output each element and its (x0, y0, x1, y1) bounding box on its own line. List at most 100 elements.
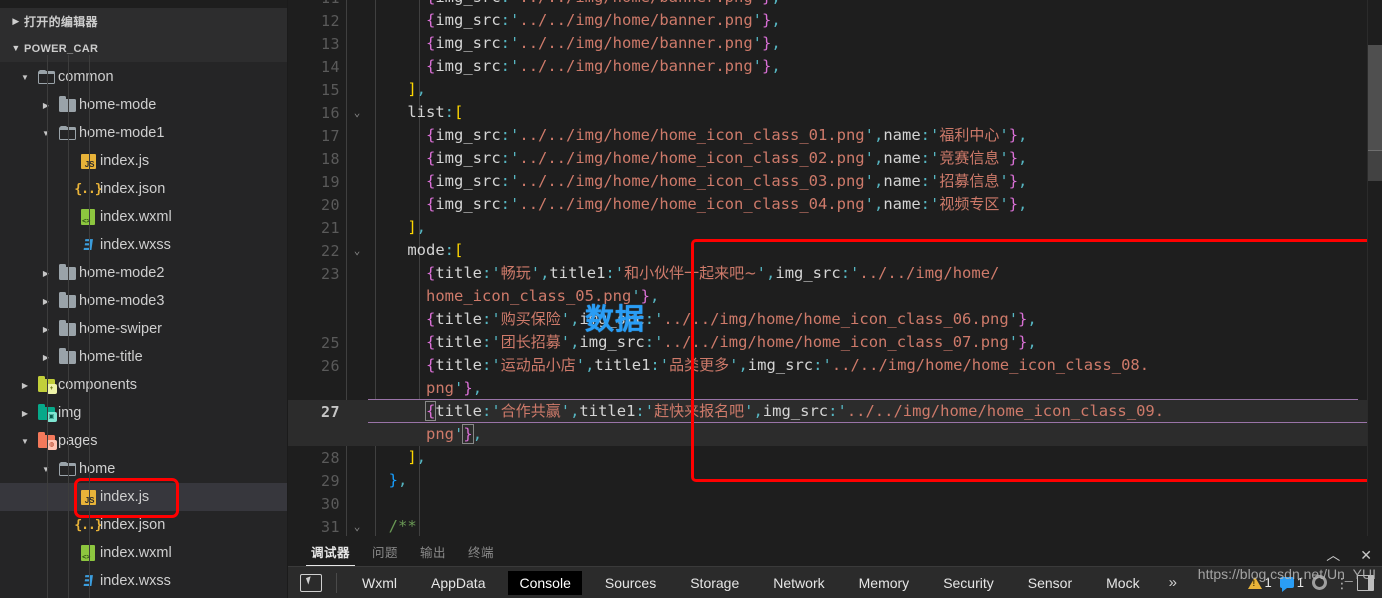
tree-file-index.js[interactable]: ▶JSindex.js (0, 147, 287, 175)
tree-file-index.wxss[interactable]: ▶Ǝindex.wxss (0, 231, 287, 259)
chevron-right-icon[interactable]: ▶ (37, 101, 55, 110)
code-editor[interactable]: 11 {img_src:'../../img/home/banner.png'}… (288, 0, 1382, 536)
tree-folder-pages[interactable]: ▼ ◍ pages (0, 427, 287, 455)
panel-tab-3[interactable]: 终端 (457, 542, 505, 566)
code-line[interactable]: 14 {img_src:'../../img/home/banner.png'}… (288, 55, 1382, 78)
devtools-tab-network[interactable]: Network (762, 571, 835, 595)
tree-file-index.wxml[interactable]: ▶index.wxml (0, 539, 287, 567)
tree-folder-home[interactable]: ▼ home (0, 455, 287, 483)
tree-folder-home-mode2[interactable]: ▶ home-mode2 (0, 259, 287, 287)
chevron-down-icon[interactable]: ▼ (16, 73, 34, 82)
chevron-right-icon[interactable]: ▶ (16, 381, 34, 390)
sidebar-open-editors-section[interactable]: ▶ 打开的编辑器 (0, 8, 287, 35)
code-line[interactable]: 28 ], (288, 446, 1382, 469)
code-line[interactable]: 25 {title:'团长招募',img_src:'../../img/home… (288, 331, 1382, 354)
code-line[interactable]: png'}, (288, 423, 1382, 446)
chevron-right-icon[interactable]: ▶ (16, 409, 34, 418)
gear-icon[interactable] (1312, 575, 1327, 590)
chevron-down-icon: ▼ (11, 43, 21, 53)
panel-tab-1[interactable]: 问题 (361, 542, 409, 566)
code-text: {img_src:'../../img/home/home_icon_class… (426, 149, 1028, 167)
folder-grey-icon (55, 95, 79, 112)
devtools-tab-mock[interactable]: Mock (1095, 571, 1150, 595)
chevron-up-icon[interactable]: ︿ (1326, 548, 1340, 562)
indent (0, 315, 37, 343)
code-line[interactable]: 13 {img_src:'../../img/home/banner.png'}… (288, 32, 1382, 55)
chevron-right-icon[interactable]: ▶ (37, 353, 55, 362)
warning-status[interactable]: 1 (1247, 575, 1272, 590)
devtools-tab-appdata[interactable]: AppData (420, 571, 496, 595)
chevron-down-icon[interactable]: ▼ (37, 129, 55, 138)
code-line[interactable]: 30 (288, 492, 1382, 515)
more-tabs-button[interactable]: » (1163, 574, 1183, 591)
editor-scrollbar[interactable] (1368, 0, 1382, 536)
chevron-right-icon[interactable]: ▶ (37, 325, 55, 334)
code-line[interactable]: 23 {title:'畅玩',title1:'和小伙伴一起来吧~',img_sr… (288, 262, 1382, 285)
panel-tab-0[interactable]: 调试器 (300, 542, 361, 566)
kebab-menu-icon[interactable]: ⋮ (1335, 576, 1349, 590)
devtools-tab-memory[interactable]: Memory (848, 571, 921, 595)
tree-folder-common[interactable]: ▼ common (0, 63, 287, 91)
tree-folder-home-mode[interactable]: ▶ home-mode (0, 91, 287, 119)
tree-file-index.json[interactable]: ▶{..}index.json (0, 175, 287, 203)
devtools-tab-console[interactable]: Console (508, 570, 582, 595)
scrollbar-thumb-secondary[interactable] (1368, 151, 1382, 181)
tree-file-index.js[interactable]: ▶JSindex.js (0, 483, 287, 511)
code-line[interactable]: 27 {title:'合作共赢',title1:'赶快来报名吧',img_src… (288, 400, 1382, 423)
code-line[interactable]: 16 ⌄ list:[ (288, 101, 1382, 124)
devtools-tab-security[interactable]: Security (932, 571, 1005, 595)
tree-folder-img[interactable]: ▶ ▣ img (0, 399, 287, 427)
chevron-right-icon[interactable]: ▶ (37, 269, 55, 278)
devtools-tab-storage[interactable]: Storage (679, 571, 750, 595)
scrollbar-thumb[interactable] (1368, 45, 1382, 150)
fold-chevron-icon[interactable]: ⌄ (346, 520, 368, 533)
code-text: {title:'团长招募',img_src:'../../img/home/ho… (426, 333, 1037, 351)
folder-grey-icon (55, 347, 79, 364)
code-line[interactable]: home_icon_class_05.png'}, (288, 285, 1382, 308)
code-line[interactable]: 19 {img_src:'../../img/home/home_icon_cl… (288, 170, 1382, 193)
dock-layout-icon[interactable] (1357, 574, 1374, 591)
code-line[interactable]: png'}, (288, 377, 1382, 400)
code-line[interactable]: 31 ⌄ /** (288, 515, 1382, 536)
line-number: 18 (320, 149, 340, 168)
chevron-down-icon[interactable]: ▼ (37, 465, 55, 474)
fold-chevron-icon[interactable]: ⌄ (346, 106, 368, 119)
code-line[interactable]: 17 {img_src:'../../img/home/home_icon_cl… (288, 124, 1382, 147)
folder-open-grey-icon (34, 69, 58, 84)
code-line[interactable]: 12 {img_src:'../../img/home/banner.png'}… (288, 9, 1382, 32)
js-file-icon: JS (76, 153, 100, 169)
panel-tab-2[interactable]: 输出 (409, 542, 457, 566)
tree-item-label: index.wxss (100, 236, 171, 253)
chevron-right-icon[interactable]: ▶ (37, 297, 55, 306)
devtools-tab-sensor[interactable]: Sensor (1017, 571, 1083, 595)
close-icon[interactable]: ✕ (1360, 548, 1372, 562)
devtools-tab-wxml[interactable]: Wxml (351, 571, 408, 595)
tree-file-index.json[interactable]: ▶{..}index.json (0, 511, 287, 539)
code-line[interactable]: 29 }, (288, 469, 1382, 492)
tree-item-label: img (58, 404, 82, 421)
tree-folder-home-mode3[interactable]: ▶ home-mode3 (0, 287, 287, 315)
tree-folder-home-mode1[interactable]: ▼ home-mode1 (0, 119, 287, 147)
code-line[interactable]: {title:'购买保险',img_src:'../../img/home/ho… (288, 308, 1382, 331)
message-status[interactable]: 1 (1279, 575, 1304, 592)
fold-chevron-icon[interactable]: ⌄ (346, 244, 368, 257)
tree-folder-home-swiper[interactable]: ▶ home-swiper (0, 315, 287, 343)
indent (0, 539, 58, 567)
tree-folder-home-title[interactable]: ▶ home-title (0, 343, 287, 371)
warning-icon (1247, 576, 1262, 589)
code-line[interactable]: 26 {title:'运动品小店',title1:'品类更多',img_src:… (288, 354, 1382, 377)
code-line[interactable]: 22 ⌄ mode:[ (288, 239, 1382, 262)
code-line[interactable]: 20 {img_src:'../../img/home/home_icon_cl… (288, 193, 1382, 216)
code-line[interactable]: 18 {img_src:'../../img/home/home_icon_cl… (288, 147, 1382, 170)
chevron-down-icon[interactable]: ▼ (16, 437, 34, 446)
tree-file-index.wxss[interactable]: ▶Ǝindex.wxss (0, 567, 287, 595)
code-line[interactable]: 21 ], (288, 216, 1382, 239)
tree-file-index.wxml[interactable]: ▶index.wxml (0, 203, 287, 231)
devtools-tab-sources[interactable]: Sources (594, 571, 667, 595)
tree-folder-components[interactable]: ▶ + components (0, 371, 287, 399)
inspect-element-icon[interactable] (300, 573, 322, 592)
sidebar-project-section[interactable]: ▼ POWER_CAR (0, 35, 287, 62)
code-line[interactable]: 11 {img_src:'../../img/home/banner.png'}… (288, 0, 1382, 9)
folder-pages-icon: ◍ (34, 431, 58, 450)
code-line[interactable]: 15 ], (288, 78, 1382, 101)
